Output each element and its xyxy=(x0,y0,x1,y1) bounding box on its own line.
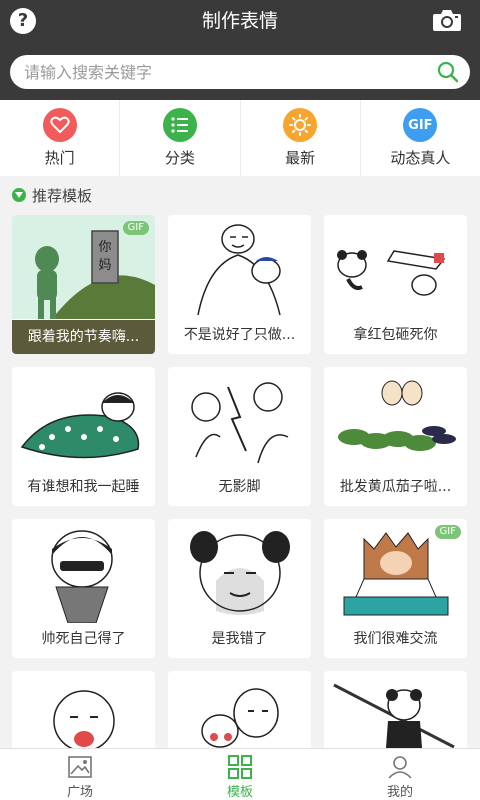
category-newest[interactable]: 最新 xyxy=(241,100,361,176)
template-thumbnail xyxy=(338,380,456,451)
template-thumbnail xyxy=(51,530,113,623)
template-thumbnail xyxy=(337,250,446,296)
tab-label: 我的 xyxy=(386,785,413,800)
template-card[interactable]: 是我错了 xyxy=(168,519,311,658)
template-caption: 跟着我的节奏嗨... xyxy=(12,320,155,354)
template-thumbnail xyxy=(197,224,281,316)
tab-label: 广场 xyxy=(66,785,93,800)
category-label: 动态真人 xyxy=(390,149,451,167)
template-card[interactable]: 你 妈 GIF 跟着我的节奏嗨... xyxy=(12,215,155,354)
template-caption: 批发黄瓜茄子啦... xyxy=(339,479,452,495)
template-card[interactable]: 帅死自己得了 xyxy=(12,519,155,658)
template-card[interactable]: 有谁想和我一起睡 xyxy=(12,367,155,506)
template-caption: 我们很难交流 xyxy=(353,631,438,647)
section-header: 推荐模板 xyxy=(12,183,92,207)
tab-mine[interactable]: 我的 xyxy=(320,749,480,800)
template-thumbnail xyxy=(190,531,290,615)
template-card[interactable]: 批发黄瓜茄子啦... xyxy=(324,367,467,506)
bottom-nav: 广场 模板 我的 xyxy=(0,748,480,800)
search-input[interactable] xyxy=(24,55,424,89)
list-icon xyxy=(162,108,197,142)
category-bar: 热门 分类 最新 GIF 动态真人 xyxy=(0,100,480,176)
user-icon xyxy=(388,756,412,779)
category-label: 热门 xyxy=(44,149,75,167)
category-label: 最新 xyxy=(285,149,316,167)
template-caption: 不是说好了只做... xyxy=(183,327,296,343)
tab-templates[interactable]: 模板 xyxy=(160,749,320,800)
grid-icon xyxy=(228,755,252,779)
category-hot[interactable]: 热门 xyxy=(0,100,121,176)
template-card[interactable]: GIF 我们很难交流 xyxy=(324,519,467,658)
template-caption: 帅死自己得了 xyxy=(41,631,126,647)
template-caption: 是我错了 xyxy=(211,631,268,647)
template-thumbnail xyxy=(191,382,289,464)
search-icon[interactable] xyxy=(436,60,460,84)
template-card[interactable]: 不是说好了只做... xyxy=(168,215,311,354)
section-title: 推荐模板 xyxy=(32,186,93,205)
sign-text-1: 你 xyxy=(98,240,111,255)
template-card[interactable]: 无影脚 xyxy=(168,367,311,506)
gif-icon: GIF xyxy=(403,108,438,142)
image-icon xyxy=(68,756,92,778)
category-live-gif[interactable]: GIF 动态真人 xyxy=(361,100,480,176)
category-label: 分类 xyxy=(164,149,195,167)
tab-square[interactable]: 广场 xyxy=(0,749,160,800)
heart-icon xyxy=(42,108,77,142)
top-bar: ? 制作表情 xyxy=(0,0,480,100)
template-caption: 有谁想和我一起睡 xyxy=(27,479,140,495)
template-caption: 无影脚 xyxy=(218,479,261,495)
template-card[interactable]: 拿红包砸死你 xyxy=(324,215,467,354)
template-thumbnail xyxy=(20,392,140,459)
gif-badge: GIF xyxy=(122,221,149,235)
template-caption: 拿红包砸死你 xyxy=(353,327,438,343)
tab-label: 模板 xyxy=(226,785,253,800)
gif-icon-text: GIF xyxy=(408,117,433,133)
camera-icon[interactable] xyxy=(432,8,462,32)
page-title: 制作表情 xyxy=(201,10,278,32)
chevron-down-icon xyxy=(12,188,26,202)
search-bar xyxy=(10,55,470,89)
gif-badge: GIF xyxy=(434,525,461,539)
sun-icon xyxy=(283,108,318,142)
category-classify[interactable]: 分类 xyxy=(120,100,241,176)
sign-text-2: 妈 xyxy=(98,258,111,273)
